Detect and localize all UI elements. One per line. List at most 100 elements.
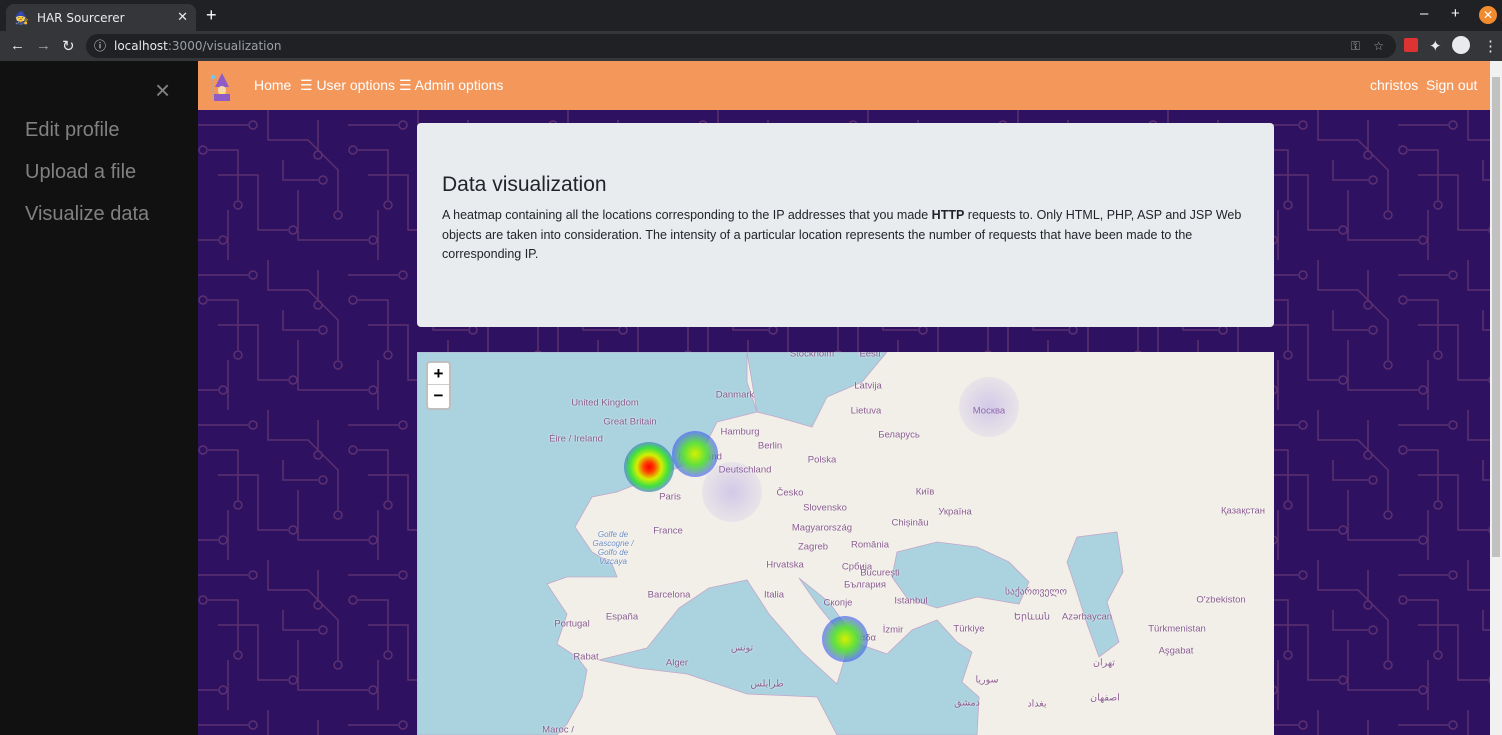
map-label: Barcelona [647,589,691,601]
zoom-out-button[interactable]: − [428,385,449,407]
map-label: Polska [807,454,837,466]
extension-icon[interactable] [1404,38,1418,52]
heatmap-point [702,462,762,522]
map-label: Қазақстан [1220,505,1266,517]
menu-icon[interactable]: ⋮ [1483,37,1498,55]
map-label: طرابلس [750,678,784,690]
wizard-logo-icon[interactable] [210,71,234,101]
sidebar-item-visualize-data[interactable]: Visualize data [25,203,149,226]
map-label: İzmir [882,624,904,636]
description: A heatmap containing all the locations c… [442,208,1242,261]
map-label: București [860,567,900,579]
minimize-icon[interactable]: – [1420,5,1428,22]
heatmap-point [822,616,868,662]
map-label: اصفهان [1090,692,1120,704]
heatmap-map[interactable]: Stockholm Eesti United Kingdom Great Britai… [417,352,1274,735]
map-label: Türkiye [953,623,985,635]
map-label: Alger [665,657,689,669]
heatmap-point [959,377,1019,437]
map-label: Maroc / [542,724,574,735]
map-label: Portugal [554,618,590,630]
map-label: Paris [659,491,681,503]
map-label: Lietuva [850,405,882,417]
zoom-in-button[interactable]: + [428,363,449,385]
map-label: Italia [763,589,785,601]
window-close-icon[interactable]: ✕ [1479,6,1497,24]
map-label: Azərbaycan [1061,611,1113,623]
puzzle-icon[interactable]: ✦ [1429,37,1442,55]
map-label: България [844,579,886,591]
map-label: تهران [1093,657,1115,669]
sidebar: × Edit profile Upload a file Visualize d… [0,61,198,735]
map-label: Česko [776,487,804,499]
maximize-icon[interactable]: + [1451,5,1460,22]
wizard-favicon-icon: 🧙 [14,10,29,25]
profile-icon[interactable] [1452,36,1470,54]
map-water [417,352,1124,735]
map-label: Latvija [854,380,882,392]
browser-toolbar: ← → ↻ ⓘ localhost:3000/visualization ⚿ ☆ ✦… [0,31,1502,61]
sidebar-item-upload-file[interactable]: Upload a file [25,161,136,184]
url-host: localhost [114,39,168,53]
close-tab-icon[interactable]: ✕ [177,10,188,25]
new-tab-icon[interactable]: + [206,5,217,26]
map-label: Éire / Ireland [549,433,603,445]
browser-tab[interactable]: 🧙 HAR Sourcerer ✕ [6,4,196,31]
map-label: Chișinău [891,517,929,529]
map-label: تونس [730,642,754,654]
heatmap-point [624,442,674,492]
map-label: O'zbekiston [1196,594,1246,606]
map-label: دمشق [954,697,980,709]
map-label: Hamburg [720,426,760,438]
key-icon[interactable]: ⚿ [1351,34,1360,58]
scrollbar-thumb[interactable] [1492,77,1500,557]
map-label: România [850,539,890,551]
map-label: საქართველო [1005,586,1067,598]
nav-username[interactable]: christos [1370,77,1418,93]
map-label: Berlin [757,440,783,452]
map-label: Great Britain [603,416,657,428]
map-label: بغداد [1027,698,1047,710]
map-label: Київ [915,486,935,498]
map-label: Україна [938,506,972,518]
sign-out-link[interactable]: Sign out [1426,77,1477,93]
map-label: Aşgabat [1158,645,1194,657]
map-label: United Kingdom [571,397,639,409]
map-label: سوريا [975,674,999,686]
url-path: :3000/visualization [167,39,282,53]
map-label: Slovensko [803,502,847,514]
map-label: Golfe de Gascogne / Golfo de Vizcaya [592,530,634,566]
navbar: Home ☰ User options ☰ Admin options chri… [198,61,1490,110]
info-card: Data visualization A heatmap containing … [417,123,1274,327]
reload-icon[interactable]: ↻ [62,37,75,55]
address-bar[interactable]: ⓘ localhost:3000/visualization ⚿ ☆ [86,34,1396,58]
map-label: Stockholm [789,352,835,360]
map-label: Беларусь [878,429,920,441]
map-label: Eesti [859,352,881,360]
forward-icon[interactable]: → [36,37,51,54]
map-label: Скопје [823,597,853,609]
map-label: France [653,525,683,537]
sidebar-item-edit-profile[interactable]: Edit profile [25,119,120,142]
map-label: Rabat [573,651,599,663]
nav-user-options[interactable]: ☰ User options [300,77,395,94]
tab-title: HAR Sourcerer [36,10,125,25]
browser-tab-bar: 🧙 HAR Sourcerer ✕ + – + ✕ [0,0,1502,31]
map-label: Hrvatska [766,559,804,571]
map-label: Zagreb [797,541,829,553]
page-title: Data visualization [442,173,607,196]
map-label: Magyarország [791,522,853,534]
close-sidebar-icon[interactable]: × [155,75,170,106]
map-label: Danmark [715,389,755,401]
map-label: Istanbul [894,595,928,607]
back-icon[interactable]: ← [10,37,25,54]
info-icon: ⓘ [94,39,107,53]
map-label: Türkmenistan [1148,623,1206,635]
map-label: España [605,611,639,623]
star-icon[interactable]: ☆ [1373,34,1384,58]
page-scrollbar[interactable] [1490,61,1502,735]
zoom-control: + − [426,361,451,410]
map-label: Երևան [1014,611,1050,623]
nav-admin-options[interactable]: ☰ Admin options [399,77,503,94]
nav-home-link[interactable]: Home [254,77,291,93]
